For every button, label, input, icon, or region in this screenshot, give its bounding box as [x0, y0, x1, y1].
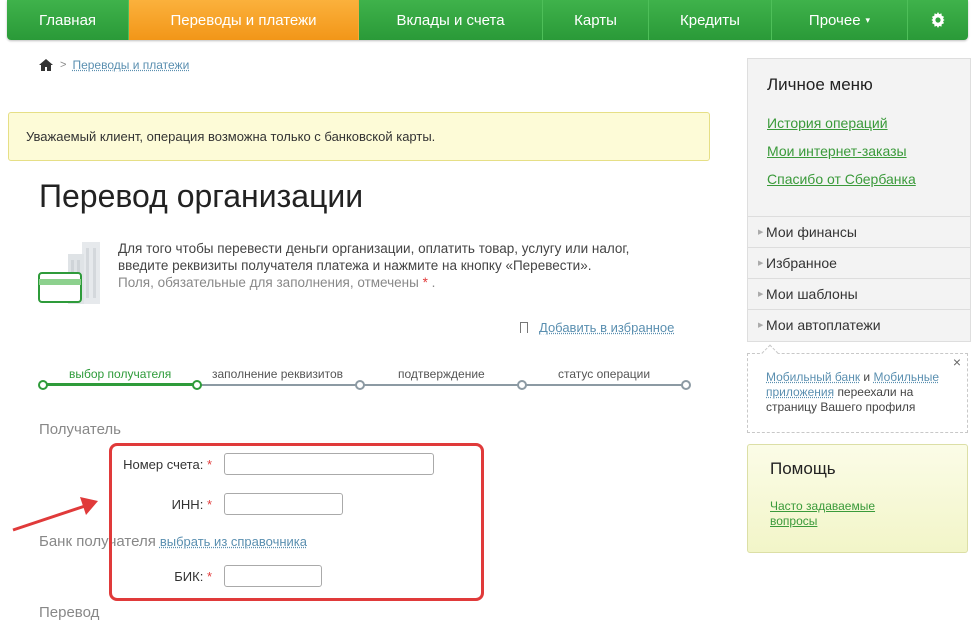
nav-item-cards[interactable]: Карты: [543, 0, 649, 40]
nav-label: Вклады и счета: [396, 11, 505, 29]
required-mark: *: [422, 275, 428, 290]
triangle-right-icon: ▶: [758, 229, 764, 236]
sidebar-row-label: Избранное: [766, 255, 837, 271]
recipient-section-title: Получатель: [39, 421, 121, 438]
required-note: Поля, обязательные для заполнения, отмеч…: [118, 274, 678, 291]
breadcrumb-transfers[interactable]: Переводы и платежи: [72, 58, 189, 72]
note-pointer: [761, 344, 779, 362]
help-title: Помощь: [770, 459, 836, 478]
triangle-right-icon: ▶: [758, 260, 764, 267]
personal-menu-title: Личное меню: [767, 75, 873, 94]
mobile-bank-link[interactable]: Мобильный банк: [766, 370, 860, 384]
step-label-2: заполнение реквизитов: [212, 367, 344, 381]
nav-label: Переводы и платежи: [170, 11, 317, 29]
home-icon[interactable]: [39, 59, 53, 71]
page-title: Перевод организации: [39, 178, 364, 214]
triangle-right-icon: ▶: [758, 291, 764, 298]
step-label-4: статус операции: [558, 367, 651, 381]
intro-line-1: Для того чтобы перевести деньги организа…: [118, 241, 630, 256]
step-dot-4: [517, 380, 527, 390]
internet-orders-link[interactable]: Мои интернет-заказы: [767, 143, 907, 159]
nav-label: Главная: [38, 11, 97, 29]
chevron-right-icon: >: [60, 59, 67, 71]
sidebar-row-label: Мои финансы: [766, 224, 857, 240]
sidebar-item-autopayments[interactable]: ▶ Мои автоплатежи: [748, 309, 970, 340]
chevron-down-icon: ▾: [865, 14, 871, 25]
step-dot-2: [192, 380, 202, 390]
step-label-1: выбор получателя: [69, 367, 172, 381]
nav-label: Карты: [574, 11, 617, 29]
required-note-text: Поля, обязательные для заполнения, отмеч…: [118, 275, 419, 290]
thanks-link[interactable]: Спасибо от Сбербанка: [767, 171, 916, 187]
step-line-pending: [197, 384, 689, 386]
mobile-moved-note: × Мобильный банк и Мобильные приложения …: [747, 344, 968, 433]
required-note-end: .: [431, 275, 436, 290]
sidebar-row-label: Мои шаблоны: [766, 286, 858, 302]
intro-text: Для того чтобы перевести деньги организа…: [118, 240, 678, 291]
nav-item-deposits[interactable]: Вклады и счета: [359, 0, 543, 40]
triangle-right-icon: ▶: [758, 322, 764, 329]
nav-item-credits[interactable]: Кредиты: [649, 0, 772, 40]
help-box: Помощь Часто задаваемые вопросы: [747, 444, 968, 553]
step-dot-5: [681, 380, 691, 390]
notice-text: Уважаемый клиент, операция возможна толь…: [26, 129, 436, 144]
sidebar-item-templates[interactable]: ▶ Мои шаблоны: [748, 278, 970, 309]
sidebar-item-favorites[interactable]: ▶ Избранное: [748, 247, 970, 278]
add-favorite-link[interactable]: Добавить в избранное: [539, 320, 674, 335]
close-icon[interactable]: ×: [953, 355, 961, 370]
nav-label: Прочее: [808, 11, 861, 29]
nav-item-other[interactable]: Прочее ▾: [772, 0, 908, 40]
step-dot-1: [38, 380, 48, 390]
bookmark-icon: [520, 322, 528, 333]
transfer-section-title: Перевод: [39, 604, 100, 621]
step-line-done: [43, 383, 197, 386]
pointer-arrow-icon: [12, 497, 98, 532]
add-to-favorites[interactable]: Добавить в избранное: [520, 320, 674, 335]
highlight-frame: [109, 443, 484, 601]
step-label-3: подтверждение: [398, 367, 485, 381]
organization-card-icon: [38, 242, 100, 304]
breadcrumb: > Переводы и платежи: [39, 58, 189, 72]
sidebar-row-label: Мои автоплатежи: [766, 317, 881, 333]
main-nav: Главная Переводы и платежи Вклады и счет…: [7, 0, 968, 40]
intro-line-2: введите реквизиты получателя платежа и н…: [118, 258, 592, 273]
history-link[interactable]: История операций: [767, 115, 888, 131]
progress-steps: выбор получателя заполнение реквизитов п…: [38, 363, 694, 393]
settings-button[interactable]: [908, 0, 968, 40]
sidebar-item-finances[interactable]: ▶ Мои финансы: [748, 216, 970, 247]
step-dot-3: [355, 380, 365, 390]
gear-icon: [931, 12, 945, 28]
card-only-notice: Уважаемый клиент, операция возможна толь…: [8, 112, 710, 161]
nav-item-transfers[interactable]: Переводы и платежи: [129, 0, 359, 40]
faq-link[interactable]: Часто задаваемые вопросы: [770, 499, 910, 529]
nav-label: Кредиты: [680, 11, 740, 29]
note-conj: и: [863, 370, 871, 384]
nav-item-home[interactable]: Главная: [7, 0, 129, 40]
personal-menu: Личное меню История операций Мои интерне…: [747, 58, 971, 342]
